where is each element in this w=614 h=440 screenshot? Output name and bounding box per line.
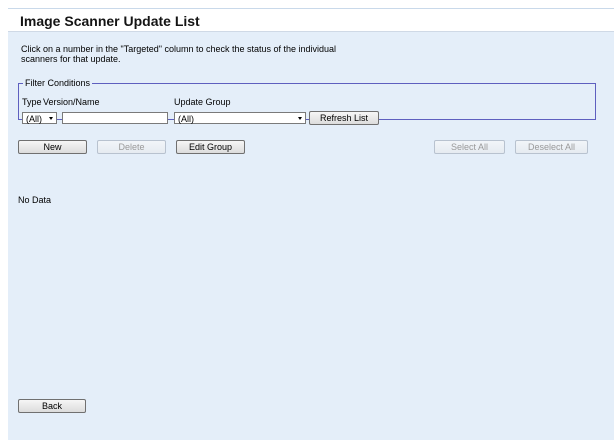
refresh-list-button[interactable]: Refresh List xyxy=(309,111,379,125)
version-name-label: Version/Name xyxy=(43,97,100,107)
select-all-button[interactable]: Select All xyxy=(434,140,505,154)
page-description: Click on a number in the "Targeted" colu… xyxy=(21,44,381,64)
update-group-select-value: (All) xyxy=(178,114,194,124)
empty-list-message: No Data xyxy=(18,195,52,205)
description-line-1: Click on a number in the "Targeted" colu… xyxy=(21,44,337,54)
page-title: Image Scanner Update List xyxy=(20,13,200,29)
type-select-value: (All) xyxy=(26,114,42,124)
page-header: Image Scanner Update List xyxy=(8,9,614,32)
delete-button[interactable]: Delete xyxy=(97,140,166,154)
chevron-down-icon xyxy=(298,117,302,120)
update-group-select[interactable]: (All) xyxy=(174,112,306,124)
new-button[interactable]: New xyxy=(18,140,87,154)
back-button[interactable]: Back xyxy=(18,399,86,413)
filter-legend: Filter Conditions xyxy=(25,78,91,88)
deselect-all-button[interactable]: Deselect All xyxy=(515,140,588,154)
update-list-page: Image Scanner Update List Click on a num… xyxy=(8,8,614,440)
update-group-label: Update Group xyxy=(174,97,231,107)
chevron-down-icon xyxy=(49,117,53,120)
version-name-input[interactable] xyxy=(62,112,168,124)
filter-conditions: Filter Conditions Type Version/Name Upda… xyxy=(18,78,596,125)
type-label: Type xyxy=(22,97,42,107)
type-select[interactable]: (All) xyxy=(22,112,57,124)
edit-group-button[interactable]: Edit Group xyxy=(176,140,245,154)
description-line-2: scanners for that update. xyxy=(21,54,121,64)
